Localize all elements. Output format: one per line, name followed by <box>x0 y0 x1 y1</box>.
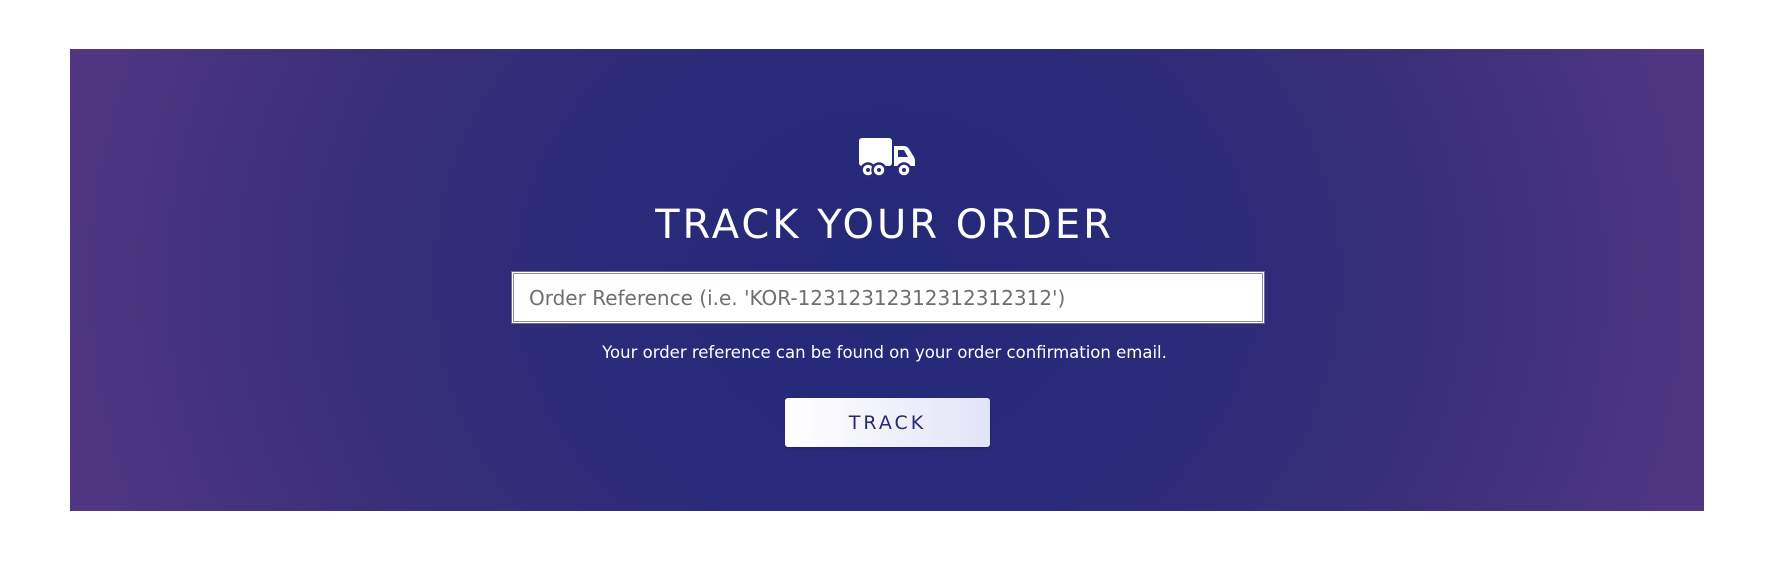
truck-icon <box>859 138 915 178</box>
order-reference-field <box>511 271 1265 324</box>
page-title: TRACK YOUR ORDER <box>655 202 1114 248</box>
order-reference-input[interactable] <box>512 272 1264 323</box>
order-reference-hint: Your order reference can be found on you… <box>602 343 1167 362</box>
page: TRACK YOUR ORDER Your order reference ca… <box>0 0 1769 568</box>
track-button[interactable]: TRACK <box>785 398 990 447</box>
